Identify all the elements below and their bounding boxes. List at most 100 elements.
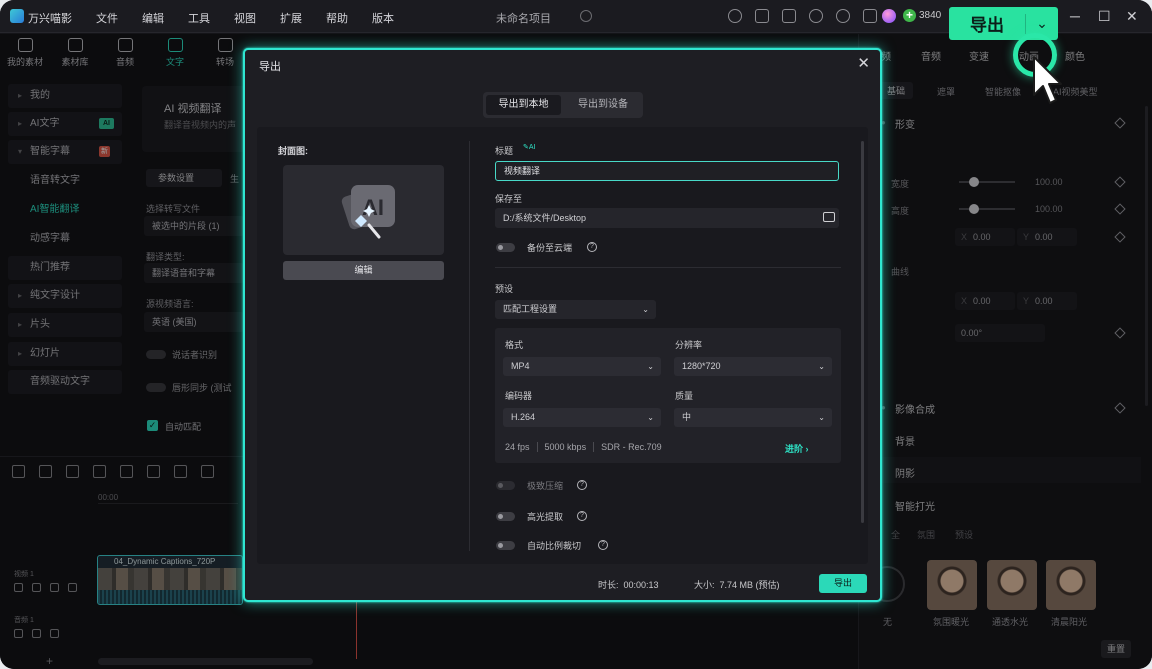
edit-cover-button[interactable]: 编辑 [283, 261, 444, 280]
menu-bar: 文件 编辑 工具 视图 扩展 帮助 版本 [96, 10, 394, 26]
title-label: 标题 [495, 146, 514, 156]
cover-ai-text: AI [362, 195, 384, 220]
extreme-compress-toggle[interactable] [496, 481, 515, 490]
ai-cover-icon: AI [341, 185, 395, 239]
dialog-title: 导出 [259, 61, 281, 73]
cover-label: 封面图: [278, 146, 308, 156]
cloud-backup-toggle[interactable] [496, 243, 515, 252]
maximize-icon[interactable]: ☐ [1098, 8, 1111, 25]
cloud-backup-label: 备份至云端 [527, 243, 573, 253]
export-dialog: 导出 ✕ 导出到本地 导出到设备 封面图: AI 编辑 标题 ✎AI 视频翻译 … [243, 48, 882, 602]
divider [495, 267, 841, 268]
mouse-cursor-icon [1033, 56, 1062, 104]
credits-count: 3840 [919, 10, 942, 21]
menu-edit[interactable]: 编辑 [142, 10, 164, 26]
title-input[interactable]: 视频翻译 [495, 161, 839, 181]
save-path-input[interactable]: D:/系统文件/Desktop [495, 208, 839, 228]
menu-version[interactable]: 版本 [372, 10, 394, 26]
format-value: MP4 [511, 361, 530, 371]
cover-thumbnail[interactable]: AI [283, 165, 444, 255]
add-credits-icon[interactable]: + [903, 9, 916, 22]
export-button[interactable]: 导出 [819, 574, 867, 593]
format-settings: 格式 MP4 ⌄ 分辨率 1280*720 ⌄ 编码器 H.264 ⌄ 质量 中 [495, 328, 841, 463]
headset-icon[interactable] [836, 9, 850, 23]
export-settings: 封面图: AI 编辑 标题 ✎AI 视频翻译 保存至 D:/系统文件/Deskt… [257, 127, 868, 564]
project-title: 未命名项目 [496, 13, 551, 25]
quality-select[interactable]: 中 ⌄ [674, 408, 832, 427]
size-value: 7.74 MB (预估) [719, 580, 780, 590]
resolution-select[interactable]: 1280*720 ⌄ [674, 357, 832, 376]
chevron-down-icon: ⌄ [647, 413, 654, 422]
encoder-select[interactable]: H.264 ⌄ [503, 408, 661, 427]
chevron-down-icon[interactable]: ⌄ [1026, 15, 1058, 32]
preset-label: 预设 [495, 284, 514, 294]
ai-title-icon[interactable]: ✎AI [523, 143, 536, 151]
help-icon[interactable]: ? [577, 480, 587, 490]
auto-crop-toggle[interactable] [496, 541, 515, 550]
resolution-label: 分辨率 [675, 340, 703, 350]
avatar[interactable] [882, 9, 896, 23]
chevron-down-icon: ⌄ [818, 362, 825, 371]
size-label: 大小: [694, 580, 715, 590]
color-space-value: SDR - Rec.709 [601, 442, 662, 452]
encoder-label: 编码器 [505, 391, 533, 401]
export-target-tabs: 导出到本地 导出到设备 [483, 92, 643, 118]
advanced-settings-link[interactable]: 进阶 › [785, 442, 809, 455]
app-logo-icon [10, 9, 24, 23]
help-icon[interactable]: ? [577, 511, 587, 521]
size-info: 大小: 7.74 MB (预估) [694, 578, 780, 591]
format-label: 格式 [505, 340, 524, 350]
chevron-down-icon: ⌄ [818, 413, 825, 422]
chevron-down-icon: ⌄ [647, 362, 654, 371]
app-window: 万兴喵影 文件 编辑 工具 视图 扩展 帮助 版本 未命名项目 + 3840 ─… [0, 0, 1152, 669]
grid-icon[interactable] [863, 9, 877, 23]
menu-view[interactable]: 视图 [234, 10, 256, 26]
help-icon[interactable]: ? [587, 242, 597, 252]
save-path-value: D:/系统文件/Desktop [503, 213, 587, 223]
ai-assistant-icon[interactable] [728, 9, 742, 23]
chevron-down-icon: ⌄ [642, 305, 649, 314]
menu-tools[interactable]: 工具 [188, 10, 210, 26]
preset-value: 匹配工程设置 [503, 304, 558, 314]
minimize-icon[interactable]: ─ [1070, 8, 1080, 24]
spec-divider [536, 442, 538, 452]
resolution-value: 1280*720 [682, 361, 721, 371]
auto-crop-label: 自动比例裁切 [527, 541, 582, 551]
spec-divider [593, 442, 595, 452]
save-icon[interactable] [782, 9, 796, 23]
highlight-extract-toggle[interactable] [496, 512, 515, 521]
menu-file[interactable]: 文件 [96, 10, 118, 26]
tab-export-device[interactable]: 导出到设备 [567, 95, 639, 115]
highlight-extract-label: 高光提取 [527, 512, 564, 522]
preset-select[interactable]: 匹配工程设置 ⌄ [495, 300, 656, 319]
image-icon[interactable] [755, 9, 769, 23]
cloud-icon[interactable] [809, 9, 823, 23]
quality-label: 质量 [675, 391, 694, 401]
top-export-label: 导出 [970, 16, 1004, 35]
ai-title-label: AI [528, 144, 536, 151]
save-status-icon [580, 10, 592, 22]
settings-scrollbar[interactable] [861, 141, 864, 523]
divider [469, 141, 470, 551]
close-window-icon[interactable]: ✕ [1126, 8, 1138, 25]
menu-help[interactable]: 帮助 [326, 10, 348, 26]
close-icon[interactable]: ✕ [857, 54, 870, 72]
menu-extensions[interactable]: 扩展 [280, 10, 302, 26]
output-specs: 24 fps 5000 kbps SDR - Rec.709 [505, 442, 662, 452]
tab-export-local[interactable]: 导出到本地 [486, 95, 561, 115]
save-to-label: 保存至 [495, 194, 523, 204]
chevron-right-icon: › [805, 444, 809, 454]
fps-value: 24 fps [505, 442, 530, 452]
extreme-compress-label: 极致压缩 [527, 481, 564, 491]
folder-icon[interactable] [823, 212, 835, 222]
encoder-value: H.264 [511, 412, 536, 422]
help-icon[interactable]: ? [598, 540, 608, 550]
title-tools [728, 9, 877, 23]
duration-value: 00:00:13 [623, 580, 659, 590]
duration-info: 时长: 00:00:13 [598, 578, 659, 591]
advanced-label: 进阶 [785, 444, 804, 454]
duration-label: 时长: [598, 580, 619, 590]
bitrate-value: 5000 kbps [544, 442, 587, 452]
format-select[interactable]: MP4 ⌄ [503, 357, 661, 376]
quality-value: 中 [682, 412, 692, 422]
